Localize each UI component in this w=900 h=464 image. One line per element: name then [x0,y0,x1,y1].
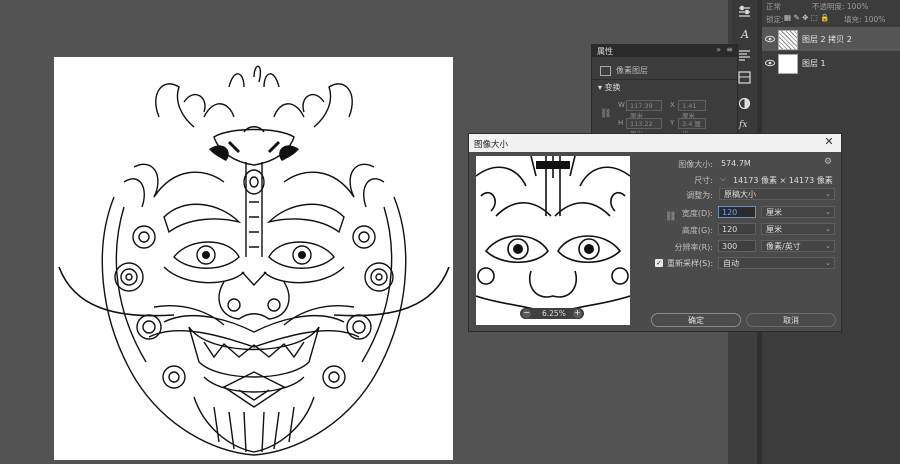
fill-field[interactable]: 填充: 100% [844,14,885,25]
layer-name: 图层 1 [802,59,826,68]
width-input[interactable]: 120 [718,206,756,218]
zoom-out-icon[interactable]: − [522,309,531,318]
chevron-down-icon[interactable]: ⌵ [720,174,726,184]
blend-mode[interactable]: 正常 [766,1,781,12]
w-field[interactable]: 117.39 厘米 [626,100,662,120]
chevron-down-icon: ⌄ [825,190,831,198]
layer-row-2[interactable]: 图层 1 [762,51,900,75]
document-canvas[interactable] [54,57,453,460]
close-icon[interactable]: ✕ [823,136,835,148]
preview-zoom-bar: − 6.25% + [520,308,584,319]
image-size-value: 574.7M [721,159,751,168]
y-field[interactable]: 3.4 厘米 [678,118,706,138]
transform-title: 变换 [604,83,621,92]
properties-header: 属性 » ≡ [592,45,737,57]
resolution-unit-value: 像素/英寸 [766,242,801,251]
layer-row-1[interactable]: 图层 2 拷贝 2 [762,27,900,51]
image-size-dialog: 图像大小 ✕ − 6.25% + 图像大小: 574.7M ⚙ 尺寸: ⌵ 14… [468,133,842,332]
x-field[interactable]: 1.41 厘米 [678,100,706,120]
zoom-value: 6.25% [542,309,566,318]
dialog-title: 图像大小 [474,140,509,150]
properties-panel: 属性 » ≡ 像素图层 ▾ 变换 W 117.39 厘米 X 1.41 厘米 ⛓… [591,44,738,140]
w-label: W [618,101,625,109]
lock-icons[interactable]: ▦ ✎ ✥ ⬚ 🔒 [784,13,830,22]
chevron-down-icon: ⌄ [825,259,831,267]
eye-icon[interactable] [765,34,775,44]
h-label: H [618,119,624,127]
height-label: 高度(G): [681,226,713,235]
height-unit-select[interactable]: 厘米 ⌄ [761,223,835,235]
link-icon[interactable]: ⛓ [600,109,611,119]
collapse-icon[interactable]: » [716,45,721,54]
chevron-down-icon: ⌄ [825,208,831,216]
height-unit-value: 厘米 [766,225,782,234]
adjust-icon[interactable] [736,4,753,19]
preview-artwork [476,156,630,317]
panel-menu-icon[interactable]: ≡ [726,45,733,54]
height-input[interactable]: 120 [718,223,756,235]
character-icon[interactable]: A [736,26,753,41]
fx-icon[interactable]: fx [736,116,753,131]
svg-text:fx: fx [738,120,747,130]
width-unit-value: 厘米 [766,208,782,217]
resample-checkbox[interactable]: ✓ [655,259,663,267]
zoom-in-icon[interactable]: + [573,309,582,318]
y-label: Y [670,119,675,127]
h-field[interactable]: 113.22 厘米 [626,118,662,138]
resample-select[interactable]: 自动 ⌄ [718,257,835,269]
cancel-button[interactable]: 取消 [746,313,836,327]
dimensions-label: 尺寸: [694,176,713,185]
fit-to-label: 调整为: [686,191,713,200]
opacity-field[interactable]: 不透明度: 100% [812,1,868,12]
ok-button[interactable]: 确定 [651,313,741,327]
resolution-label: 分辨率(R): [674,243,714,252]
image-preview[interactable]: − 6.25% + [476,156,630,325]
adjustment-circle-icon[interactable] [736,96,753,111]
chevron-down-icon: ⌄ [825,242,831,250]
width-unit-select[interactable]: 厘米 ⌄ [761,206,835,218]
dimensions-value: 14173 像素 × 14173 像素 [733,176,833,185]
table-icon[interactable] [736,70,753,85]
image-size-label: 图像大小: [678,160,713,169]
transform-section[interactable]: ▾ 变换 [598,82,621,93]
divider [592,79,737,80]
lock-row: 锁定: ▦ ✎ ✥ ⬚ 🔒 填充: 100% [762,13,900,25]
svg-text:A: A [740,28,749,41]
x-label: X [670,101,675,109]
eye-icon[interactable] [765,58,775,68]
layer-name: 图层 2 拷贝 2 [802,35,852,44]
fit-to-select[interactable]: 原稿大小 ⌄ [719,188,835,200]
dialog-titlebar[interactable]: 图像大小 ✕ [469,134,841,152]
lion-face-artwork [58,65,450,456]
resolution-input[interactable]: 300 [718,240,756,252]
blend-row: 正常 不透明度: 100% [762,0,900,12]
resample-label: 重新采样(S): [667,259,714,268]
fit-to-value: 原稿大小 [724,190,756,199]
layer-type-label: 像素图层 [616,66,648,75]
layer-thumbnail [778,54,798,74]
lock-label: 锁定: [766,15,784,24]
width-label: 宽度(D): [681,209,713,218]
resample-value: 自动 [723,259,739,268]
gear-icon[interactable]: ⚙ [824,157,832,167]
properties-tab[interactable]: 属性 [597,46,613,57]
paragraph-icon[interactable] [736,48,753,63]
resolution-unit-select[interactable]: 像素/英寸 ⌄ [761,240,835,252]
layer-thumbnail [778,30,798,50]
pixel-layer-icon [600,66,611,76]
chevron-down-icon: ⌄ [825,225,831,233]
